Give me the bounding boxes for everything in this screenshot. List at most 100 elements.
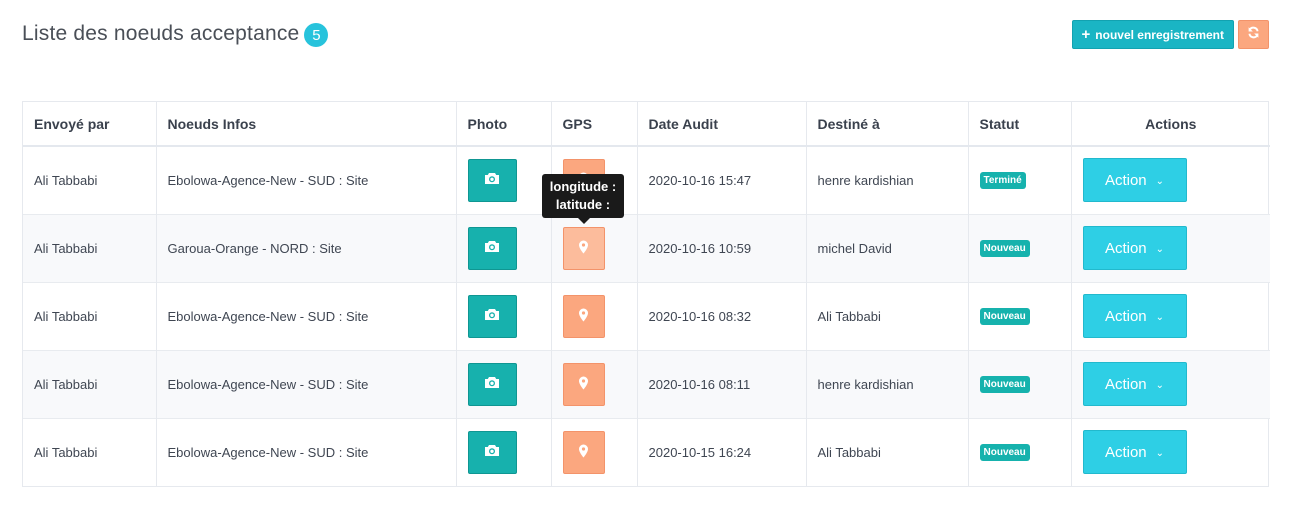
status-badge: Terminé: [979, 172, 1026, 190]
tooltip-latitude: latitude :: [555, 197, 611, 212]
status-badge: Nouveau: [979, 444, 1030, 462]
sender-cell: Ali Tabbabi: [23, 146, 157, 214]
status-cell: Nouveau: [968, 213, 1072, 282]
actions-cell: Action ⌄: [1071, 281, 1270, 350]
node-info-cell: Ebolowa-Agence-New - SUD : Site: [156, 281, 457, 350]
status-cell: Nouveau: [968, 349, 1072, 418]
chevron-down-icon: ⌄: [1155, 243, 1165, 255]
table-row: Ali Tabbabi Ebolowa-Agence-New - SUD : Si…: [23, 417, 1270, 486]
photo-button[interactable]: [467, 362, 517, 406]
gps-button[interactable]: [562, 294, 605, 338]
audit-date-cell: 2020-10-16 08:11: [637, 349, 807, 418]
status-badge: Nouveau: [979, 240, 1030, 257]
recipient-cell: michel David: [806, 213, 969, 282]
actions-cell: Action ⌄: [1071, 349, 1270, 418]
node-info-cell: Ebolowa-Agence-New - SUD : Site: [156, 417, 457, 486]
gps-button[interactable]: [562, 362, 605, 406]
camera-icon: [484, 308, 500, 324]
photo-button[interactable]: [467, 294, 517, 338]
recipient-cell: Ali Tabbabi: [806, 417, 969, 486]
column-header[interactable]: Actions: [1071, 102, 1270, 147]
node-info-cell: Ebolowa-Agence-New - SUD : Site: [156, 146, 457, 214]
status-badge: Nouveau: [979, 308, 1030, 325]
camera-icon: [484, 376, 500, 392]
action-dropdown-button[interactable]: Action ⌄: [1082, 294, 1187, 338]
table-row: Ali Tabbabi Ebolowa-Agence-New - SUD : Si…: [23, 146, 1270, 214]
table-row: Ali Tabbabi Ebolowa-Agence-New - SUD : Si…: [23, 349, 1270, 418]
sender-cell: Ali Tabbabi: [23, 417, 157, 486]
action-label: Action: [1104, 307, 1147, 325]
photo-button[interactable]: [467, 226, 517, 270]
page-title: Liste des noeuds acceptance: [22, 21, 300, 45]
photo-cell: [456, 349, 552, 418]
map-marker-icon: [578, 240, 589, 257]
sender-cell: Ali Tabbabi: [23, 281, 157, 350]
sender-cell: Ali Tabbabi: [23, 213, 157, 282]
table-row: Ali Tabbabi Ebolowa-Agence-New - SUD : Si…: [23, 281, 1270, 350]
action-label: Action: [1104, 239, 1147, 257]
audit-date-cell: 2020-10-16 15:47: [637, 146, 807, 214]
actions-cell: Action ⌄: [1071, 417, 1270, 486]
action-dropdown-button[interactable]: Action ⌄: [1082, 158, 1187, 203]
action-label: Action: [1104, 375, 1147, 393]
refresh-icon: [1247, 26, 1260, 44]
new-record-label: nouvel enregistrement: [1095, 27, 1224, 42]
map-marker-icon: [578, 444, 589, 461]
action-dropdown-button[interactable]: Action ⌄: [1082, 430, 1187, 475]
recipient-cell: henre kardishian: [806, 146, 969, 214]
column-header[interactable]: Date Audit: [637, 102, 807, 147]
plus-icon: +: [1081, 26, 1091, 43]
node-info-cell: Ebolowa-Agence-New - SUD : Site: [156, 349, 457, 418]
page-header: Liste des noeuds acceptance 5: [22, 20, 329, 47]
chevron-down-icon: ⌄: [1155, 311, 1165, 323]
actions-cell: Action ⌄: [1071, 146, 1270, 214]
column-header[interactable]: Noeuds Infos: [156, 102, 457, 147]
refresh-button[interactable]: [1238, 20, 1269, 49]
gps-tooltip: longitude : latitude :: [542, 174, 624, 224]
photo-cell: [456, 213, 552, 282]
sender-cell: Ali Tabbabi: [23, 349, 157, 418]
tooltip-longitude: longitude :: [549, 179, 617, 194]
new-record-button[interactable]: + nouvel enregistrement: [1071, 20, 1234, 49]
chevron-down-icon: ⌄: [1155, 175, 1165, 187]
action-label: Action: [1104, 443, 1147, 461]
actions-cell: Action ⌄: [1071, 213, 1270, 282]
recipient-cell: Ali Tabbabi: [806, 281, 969, 350]
status-cell: Nouveau: [968, 417, 1072, 486]
gps-cell: [551, 213, 638, 282]
action-dropdown-button[interactable]: Action ⌄: [1082, 362, 1187, 406]
chevron-down-icon: ⌄: [1155, 379, 1165, 391]
top-actions: + nouvel enregistrement: [1071, 20, 1269, 49]
gps-cell: [551, 349, 638, 418]
action-label: Action: [1104, 171, 1147, 189]
camera-icon: [484, 444, 500, 460]
table-header-row: Envoyé par Noeuds Infos Photo GPS Date A…: [23, 102, 1270, 147]
photo-cell: [456, 146, 552, 214]
count-badge: 5: [304, 23, 329, 47]
audit-date-cell: 2020-10-16 08:32: [637, 281, 807, 350]
column-header[interactable]: Photo: [456, 102, 552, 147]
gps-cell: [551, 281, 638, 350]
table-row: Ali Tabbabi Garoua-Orange - NORD : Site 20…: [23, 213, 1270, 282]
photo-button[interactable]: [467, 158, 517, 202]
chevron-down-icon: ⌄: [1155, 447, 1165, 459]
status-cell: Nouveau: [968, 281, 1072, 350]
audit-date-cell: 2020-10-15 16:24: [637, 417, 807, 486]
audit-date-cell: 2020-10-16 10:59: [637, 213, 807, 282]
gps-button[interactable]: [562, 226, 605, 270]
photo-cell: [456, 417, 552, 486]
column-header[interactable]: Statut: [968, 102, 1072, 147]
nodes-table: Envoyé par Noeuds Infos Photo GPS Date A…: [22, 101, 1270, 487]
column-header[interactable]: GPS: [551, 102, 638, 147]
recipient-cell: henre kardishian: [806, 349, 969, 418]
gps-cell: [551, 417, 638, 486]
photo-button[interactable]: [467, 430, 517, 474]
column-header[interactable]: Envoyé par: [23, 102, 157, 147]
action-dropdown-button[interactable]: Action ⌄: [1082, 226, 1187, 270]
status-cell: Terminé: [968, 146, 1072, 214]
column-header[interactable]: Destiné à: [806, 102, 969, 147]
gps-button[interactable]: [562, 430, 605, 474]
camera-icon: [484, 240, 500, 256]
map-marker-icon: [578, 376, 589, 393]
status-badge: Nouveau: [979, 376, 1030, 393]
